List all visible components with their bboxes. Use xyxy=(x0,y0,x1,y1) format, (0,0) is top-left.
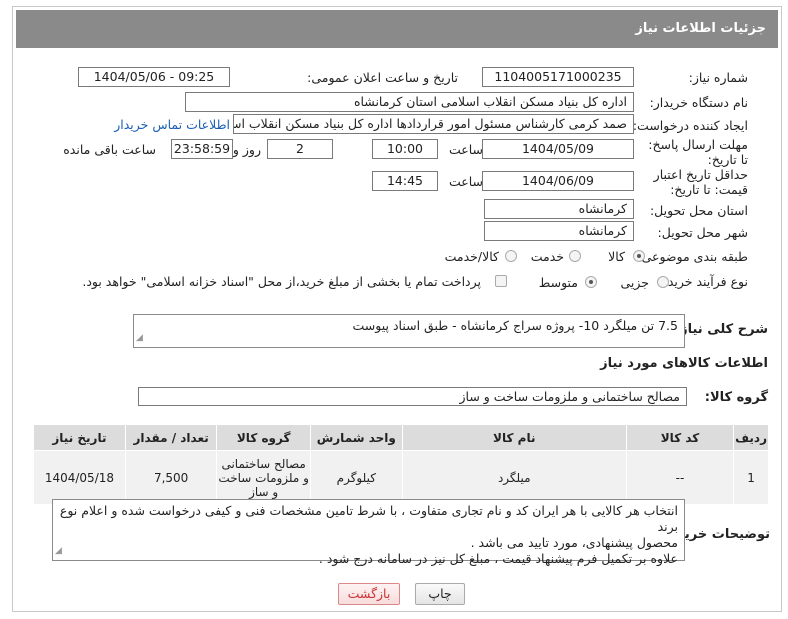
resize-grip-icon[interactable]: ◢ xyxy=(55,543,62,559)
category-option-service: خدمت xyxy=(530,249,564,264)
province-field[interactable]: کرمانشاه xyxy=(484,199,634,219)
process-radio-minor[interactable] xyxy=(657,276,669,288)
deadline-label: مهلت ارسال پاسخ: تا تاریخ: xyxy=(648,137,748,167)
category-radio-goods[interactable] xyxy=(633,250,645,262)
process-label: نوع فرآیند خرید : xyxy=(659,274,748,289)
category-label: طبقه بندی موضوعی: xyxy=(637,249,748,264)
process-radio-medium[interactable] xyxy=(585,276,597,288)
cell-group: مصالح ساختمانی و ملزومات ساخت و ساز xyxy=(216,450,311,505)
remaining-time-label: ساعت باقی مانده xyxy=(63,142,156,157)
days-remaining-field[interactable]: 2 xyxy=(267,139,333,159)
city-label: شهر محل تحویل: xyxy=(657,225,748,240)
category-radio-service[interactable] xyxy=(569,250,581,262)
category-option-goods: کالا xyxy=(608,249,625,264)
buyer-notes-line2: محصول پیشنهادی، مورد تایید می باشد . xyxy=(470,535,678,550)
city-field[interactable]: کرمانشاه xyxy=(484,221,634,241)
summary-text: 7.5 تن میلگرد 10- پروژه سراج کرمانشاه - … xyxy=(352,318,678,333)
cell-date: 1404/05/18 xyxy=(33,450,126,505)
back-button[interactable]: بازگشت xyxy=(338,583,400,605)
goods-section-title: اطلاعات کالاهای مورد نیاز xyxy=(600,356,768,371)
print-button[interactable]: چاپ xyxy=(415,583,465,605)
goods-table: ردیف کد کالا نام کالا واحد شمارش گروه کا… xyxy=(33,424,769,505)
col-row[interactable]: ردیف xyxy=(733,424,769,451)
validity-date-field[interactable]: 1404/06/09 xyxy=(482,171,634,191)
col-unit[interactable]: واحد شمارش xyxy=(309,424,403,451)
deadline-time-label: ساعت xyxy=(448,142,483,157)
days-label: روز و xyxy=(232,142,261,157)
price-validity-label: حداقل تاریخ اعتبار قیمت: تا تاریخ: xyxy=(653,167,748,197)
table-row[interactable]: 1 -- میلگرد کیلوگرم مصالح ساختمانی و ملز… xyxy=(33,450,769,505)
col-group[interactable]: گروه کالا xyxy=(216,424,311,451)
treasury-payment-checkbox[interactable] xyxy=(495,275,507,287)
remaining-time-field[interactable]: 23:58:59 xyxy=(171,139,233,159)
treasury-payment-note: پرداخت تمام یا بخشی از مبلغ خرید،از محل … xyxy=(82,274,481,289)
goods-group-label: گروه کالا: xyxy=(704,390,768,405)
requester-field[interactable]: صمد کرمی کارشناس مسئول امور قراردادها اد… xyxy=(233,114,634,134)
announce-datetime-field[interactable]: 1404/05/06 - 09:25 xyxy=(78,67,230,87)
need-number-field[interactable]: 1104005171000235 xyxy=(482,67,634,87)
announce-label: تاریخ و ساعت اعلان عمومی: xyxy=(307,70,458,85)
goods-table-header: ردیف کد کالا نام کالا واحد شمارش گروه کا… xyxy=(33,424,769,451)
process-option-minor: جزیی xyxy=(620,275,649,290)
deadline-date-field[interactable]: 1404/05/09 xyxy=(482,139,634,159)
validity-time-field[interactable]: 14:45 xyxy=(372,171,438,191)
col-date[interactable]: تاریخ نیاز xyxy=(33,424,126,451)
province-label: استان محل تحویل: xyxy=(649,203,748,218)
col-code[interactable]: کد کالا xyxy=(625,424,735,451)
cell-name: میلگرد xyxy=(401,450,627,505)
panel-title: جزئیات اطلاعات نیاز xyxy=(16,10,778,48)
summary-label: شرح کلی نیاز: xyxy=(674,322,768,337)
cell-quantity: 7,500 xyxy=(124,450,218,505)
buyer-contact-link[interactable]: اطلاعات تماس خریدار xyxy=(114,117,230,132)
buyer-org-field[interactable]: اداره کل بنیاد مسکن انقلاب اسلامی استان … xyxy=(185,92,634,112)
goods-group-field[interactable]: مصالح ساختمانی و ملزومات ساخت و ساز xyxy=(138,387,687,406)
buyer-org-label: نام دستگاه خریدار: xyxy=(649,95,748,110)
resize-grip-icon[interactable]: ◢ xyxy=(136,330,143,346)
validity-time-label: ساعت xyxy=(448,174,483,189)
category-radio-goods-service[interactable] xyxy=(505,250,517,262)
buyer-notes-textarea[interactable]: انتخاب هر کالایی با هر ایران کد و نام تج… xyxy=(52,499,685,566)
deadline-time-field[interactable]: 10:00 xyxy=(372,139,438,159)
summary-textarea[interactable]: 7.5 تن میلگرد 10- پروژه سراج کرمانشاه - … xyxy=(133,314,685,348)
cell-code: -- xyxy=(625,450,735,505)
process-option-medium: متوسط xyxy=(538,275,578,290)
cell-unit: کیلوگرم xyxy=(309,450,403,505)
buyer-notes-line3: علاوه بر تکمیل فرم پیشنهاد قیمت ، مبلغ ک… xyxy=(318,551,678,566)
buyer-notes-line1: انتخاب هر کالایی با هر ایران کد و نام تج… xyxy=(59,503,678,534)
category-option-goods-service: کالا/خدمت xyxy=(444,249,499,264)
cell-row: 1 xyxy=(733,450,769,505)
need-number-label: شماره نیاز: xyxy=(688,70,748,85)
col-name[interactable]: نام کالا xyxy=(401,424,627,451)
requester-label: ایجاد کننده درخواست: xyxy=(632,118,748,133)
col-quantity[interactable]: تعداد / مقدار xyxy=(124,424,218,451)
